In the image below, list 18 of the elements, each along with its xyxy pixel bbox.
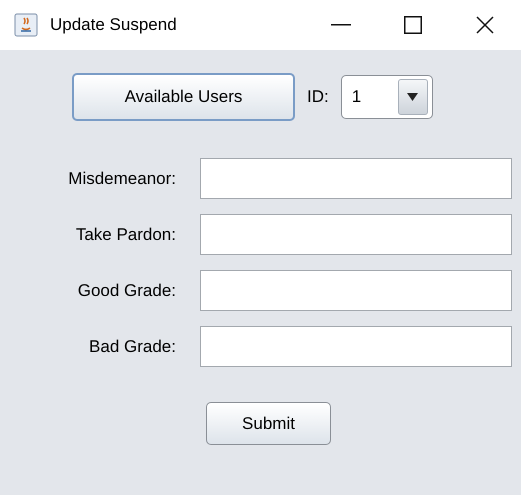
window-title: Update Suspend: [50, 14, 177, 36]
input-field[interactable]: [200, 326, 512, 367]
field-label: Bad Grade:: [88, 336, 177, 358]
input-field[interactable]: [200, 214, 512, 255]
input-field[interactable]: [200, 158, 512, 199]
available-users-button[interactable]: Available Users: [72, 73, 295, 121]
field-label: Misdemeanor:: [67, 168, 177, 190]
minimize-icon: [331, 24, 351, 26]
id-label: ID:: [307, 86, 329, 108]
submit-button[interactable]: Submit: [206, 402, 331, 445]
close-icon: [476, 16, 494, 34]
input-field[interactable]: [200, 270, 512, 311]
field-label: Good Grade:: [76, 280, 177, 302]
id-dropdown[interactable]: 1: [340, 75, 433, 119]
field-label: Take Pardon:: [74, 224, 177, 246]
dropdown-arrow-icon: [407, 93, 418, 101]
maximize-icon: [404, 16, 422, 34]
app-icon: [14, 13, 38, 37]
